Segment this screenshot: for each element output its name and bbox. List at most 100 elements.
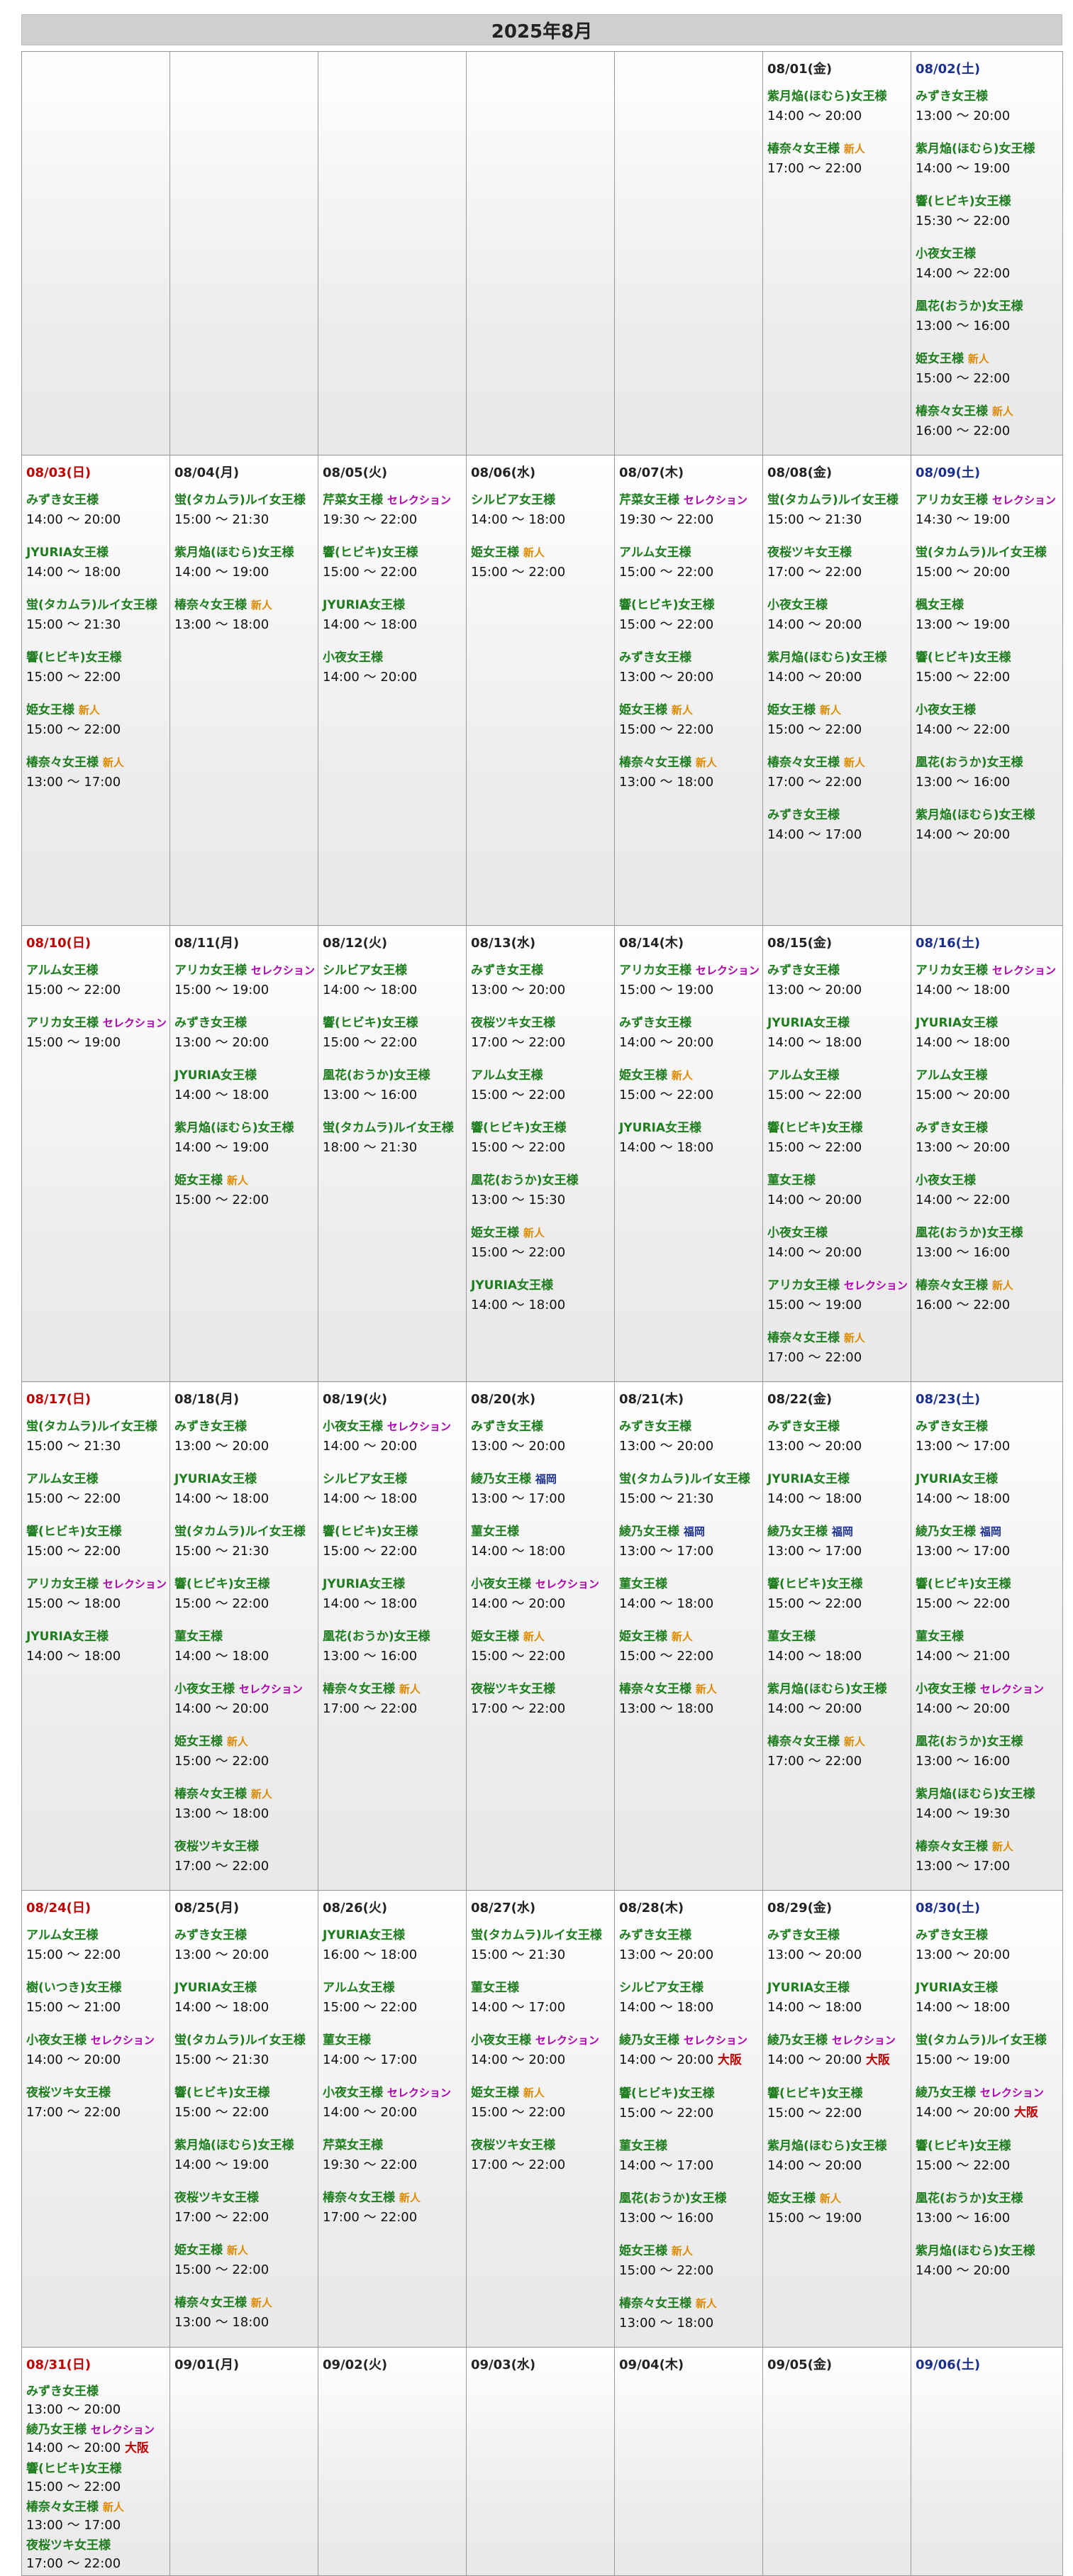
performer-name[interactable]: 椿奈々女王様 <box>174 2296 247 2310</box>
performer-name[interactable]: 姫女王様 <box>471 546 519 560</box>
performer-name[interactable]: 響(ヒビキ)女王様 <box>323 1525 418 1539</box>
performer-name[interactable]: アリカ女王様 <box>26 1577 99 1591</box>
performer-name[interactable]: アルム女王様 <box>471 1068 543 1083</box>
performer-name[interactable]: 紫月焔(ほむら)女王様 <box>916 142 1035 156</box>
performer-name[interactable]: 綾乃女王様 <box>619 1525 679 1539</box>
performer-name[interactable]: JYURIA女王様 <box>767 1472 850 1486</box>
performer-name[interactable]: JYURIA女王様 <box>174 1068 257 1083</box>
performer-name[interactable]: JYURIA女王様 <box>323 1928 405 1942</box>
performer-name[interactable]: 響(ヒビキ)女王様 <box>26 2462 122 2476</box>
performer-name[interactable]: 夜桜ツキ女王様 <box>471 1682 555 1696</box>
performer-name[interactable]: 響(ヒビキ)女王様 <box>767 2086 863 2101</box>
performer-name[interactable]: アリカ女王様 <box>619 963 691 978</box>
performer-name[interactable]: 小夜女王様 <box>767 1226 828 1240</box>
performer-name[interactable]: 芹菜女王様 <box>619 493 679 507</box>
performer-name[interactable]: 菫女王様 <box>619 1577 667 1591</box>
performer-name[interactable]: 椿奈々女王様 <box>767 1331 840 1345</box>
performer-name[interactable]: 蛍(タカムラ)ルイ女王様 <box>323 1121 454 1135</box>
performer-name[interactable]: 凰花(おうか)女王様 <box>323 1068 430 1083</box>
performer-name[interactable]: 凰花(おうか)女王様 <box>323 1630 430 1644</box>
performer-name[interactable]: 凰花(おうか)女王様 <box>916 299 1023 314</box>
performer-name[interactable]: 綾乃女王様 <box>767 1525 828 1539</box>
performer-name[interactable]: 蛍(タカムラ)ルイ女王様 <box>916 2033 1047 2047</box>
performer-name[interactable]: 椿奈々女王様 <box>174 598 247 612</box>
performer-name[interactable]: JYURIA女王様 <box>26 1630 109 1644</box>
performer-name[interactable]: 小夜女王様 <box>767 598 828 612</box>
performer-name[interactable]: 姫女王様 <box>619 1068 667 1083</box>
performer-name[interactable]: 凰花(おうか)女王様 <box>471 1173 579 1188</box>
performer-name[interactable]: 小夜女王様 <box>26 2033 87 2047</box>
performer-name[interactable]: 蛍(タカムラ)ルイ女王様 <box>174 493 306 507</box>
performer-name[interactable]: 紫月焔(ほむら)女王様 <box>767 89 887 104</box>
performer-name[interactable]: JYURIA女王様 <box>916 1472 998 1486</box>
performer-name[interactable]: 蛍(タカムラ)ルイ女王様 <box>619 1472 750 1486</box>
performer-name[interactable]: 姫女王様 <box>619 2244 667 2258</box>
performer-name[interactable]: 菫女王様 <box>471 1981 519 1995</box>
performer-name[interactable]: 綾乃女王様 <box>471 1472 531 1486</box>
performer-name[interactable]: みずき女王様 <box>767 1928 840 1942</box>
performer-name[interactable]: みずき女王様 <box>619 1928 691 1942</box>
performer-name[interactable]: 響(ヒビキ)女王様 <box>26 1525 122 1539</box>
performer-name[interactable]: みずき女王様 <box>174 1420 247 1434</box>
performer-name[interactable]: みずき女王様 <box>767 808 840 822</box>
performer-name[interactable]: アリカ女王様 <box>26 1016 99 1030</box>
performer-name[interactable]: 響(ヒビキ)女王様 <box>767 1121 863 1135</box>
performer-name[interactable]: みずき女王様 <box>174 1016 247 1030</box>
performer-name[interactable]: 紫月焔(ほむら)女王様 <box>916 2244 1035 2258</box>
performer-name[interactable]: JYURIA女王様 <box>26 546 109 560</box>
performer-name[interactable]: 紫月焔(ほむら)女王様 <box>174 2138 294 2152</box>
performer-name[interactable]: JYURIA女王様 <box>619 1121 701 1135</box>
performer-name[interactable]: 椿奈々女王様 <box>916 1840 988 1854</box>
performer-name[interactable]: 紫月焔(ほむら)女王様 <box>767 2139 887 2153</box>
performer-name[interactable]: アルム女王様 <box>916 1068 988 1083</box>
performer-name[interactable]: 小夜女王様 <box>174 1682 235 1696</box>
performer-name[interactable]: JYURIA女王様 <box>174 1472 257 1486</box>
performer-name[interactable]: シルビア女王様 <box>323 963 407 978</box>
performer-name[interactable]: みずき女王様 <box>619 651 691 665</box>
performer-name[interactable]: みずき女王様 <box>767 963 840 978</box>
performer-name[interactable]: 響(ヒビキ)女王様 <box>767 1577 863 1591</box>
performer-name[interactable]: 姫女王様 <box>471 1630 519 1644</box>
performer-name[interactable]: 蛍(タカムラ)ルイ女王様 <box>916 546 1047 560</box>
performer-name[interactable]: 姫女王様 <box>471 2086 519 2100</box>
performer-name[interactable]: 凰花(おうか)女王様 <box>916 1735 1023 1749</box>
performer-name[interactable]: シルビア女王様 <box>619 1981 704 1995</box>
performer-name[interactable]: 響(ヒビキ)女王様 <box>471 1121 567 1135</box>
performer-name[interactable]: 響(ヒビキ)女王様 <box>916 194 1011 209</box>
performer-name[interactable]: 夜桜ツキ女王様 <box>26 2086 111 2100</box>
performer-name[interactable]: 小夜女王様 <box>916 1173 976 1188</box>
performer-name[interactable]: JYURIA女王様 <box>767 1016 850 1030</box>
performer-name[interactable]: 椿奈々女王様 <box>26 756 99 770</box>
performer-name[interactable]: 綾乃女王様 <box>26 2423 87 2437</box>
performer-name[interactable]: 紫月焔(ほむら)女王様 <box>174 546 294 560</box>
performer-name[interactable]: 椿奈々女王様 <box>916 404 988 419</box>
performer-name[interactable]: みずき女王様 <box>174 1928 247 1942</box>
performer-name[interactable]: みずき女王様 <box>916 1420 988 1434</box>
performer-name[interactable]: みずき女王様 <box>619 1016 691 1030</box>
performer-name[interactable]: 綾乃女王様 <box>619 2033 679 2047</box>
performer-name[interactable]: 蛍(タカムラ)ルイ女王様 <box>174 2033 306 2047</box>
performer-name[interactable]: 響(ヒビキ)女王様 <box>619 2086 715 2101</box>
performer-name[interactable]: 姫女王様 <box>471 1226 519 1240</box>
performer-name[interactable]: 樹(いつき)女王様 <box>26 1981 122 1995</box>
performer-name[interactable]: JYURIA女王様 <box>323 1577 405 1591</box>
performer-name[interactable]: 響(ヒビキ)女王様 <box>323 546 418 560</box>
performer-name[interactable]: 綾乃女王様 <box>767 2033 828 2047</box>
performer-name[interactable]: 紫月焔(ほむら)女王様 <box>767 1682 887 1696</box>
performer-name[interactable]: アルム女王様 <box>767 1068 840 1083</box>
performer-name[interactable]: アルム女王様 <box>26 1472 99 1486</box>
performer-name[interactable]: JYURIA女王様 <box>323 598 405 612</box>
performer-name[interactable]: 夜桜ツキ女王様 <box>174 2191 259 2205</box>
performer-name[interactable]: みずき女王様 <box>916 89 988 104</box>
performer-name[interactable]: 菫女王様 <box>471 1525 519 1539</box>
performer-name[interactable]: 夜桜ツキ女王様 <box>26 2538 111 2553</box>
performer-name[interactable]: 夜桜ツキ女王様 <box>174 1840 259 1854</box>
performer-name[interactable]: JYURIA女王様 <box>916 1981 998 1995</box>
performer-name[interactable]: 菫女王様 <box>174 1630 223 1644</box>
performer-name[interactable]: 菫女王様 <box>323 2033 371 2047</box>
performer-name[interactable]: 椿奈々女王様 <box>619 1682 691 1696</box>
performer-name[interactable]: 綾乃女王様 <box>916 1525 976 1539</box>
performer-name[interactable]: 姫女王様 <box>767 703 816 717</box>
performer-name[interactable]: 姫女王様 <box>916 352 964 366</box>
performer-name[interactable]: 菫女王様 <box>767 1173 816 1188</box>
